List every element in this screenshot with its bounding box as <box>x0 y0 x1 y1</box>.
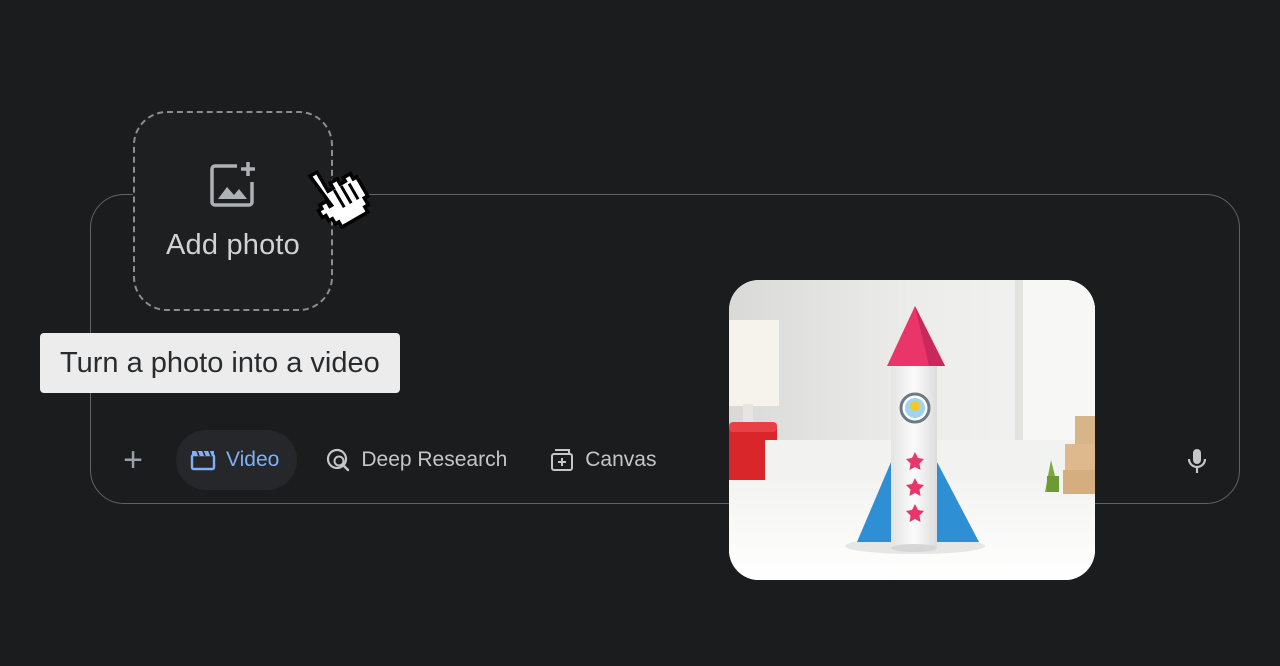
plus-icon[interactable]: + <box>110 437 156 483</box>
deep-research-tool-label: Deep Research <box>361 448 508 471</box>
tooltip-text: Turn a photo into a video <box>60 346 380 379</box>
rocket-photo <box>729 280 1095 580</box>
video-tool-label: Video <box>226 448 280 471</box>
canvas-tool-button[interactable]: Canvas <box>535 430 670 490</box>
canvas-icon <box>549 447 575 473</box>
deep-research-icon <box>325 447 351 473</box>
video-clapper-icon <box>190 449 216 471</box>
tooltip: Turn a photo into a video <box>40 333 400 393</box>
canvas-tool-label: Canvas <box>585 448 657 471</box>
microphone-icon[interactable] <box>1184 446 1210 481</box>
hand-pointer-cursor <box>298 160 374 239</box>
stage: + Video Deep Research Canvas Add photo T… <box>0 0 1280 666</box>
video-tool-button[interactable]: Video <box>176 430 298 490</box>
deep-research-tool-button[interactable]: Deep Research <box>311 430 521 490</box>
add-photo-icon <box>207 160 259 215</box>
add-photo-label: Add photo <box>165 229 301 261</box>
prompt-toolbar: + Video Deep Research Canvas <box>110 430 684 490</box>
